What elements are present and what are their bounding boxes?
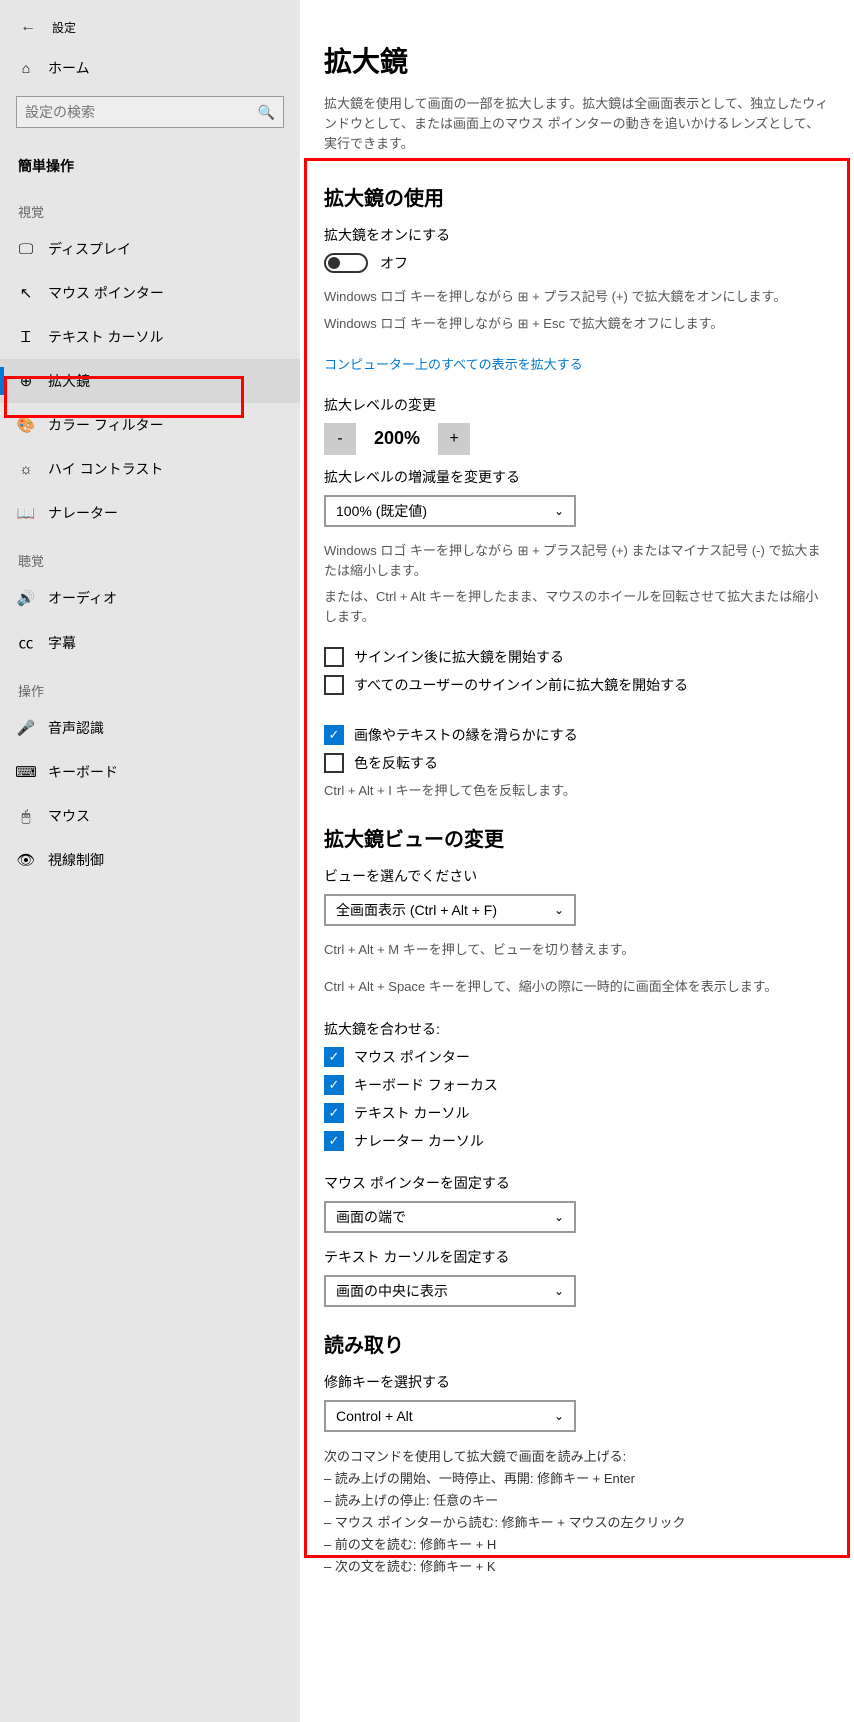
mouse-icon: 🖱 <box>18 808 34 825</box>
chevron-down-icon: ⌄ <box>554 1210 564 1224</box>
nav-text-cursor[interactable]: Ꮖテキスト カーソル <box>0 315 300 359</box>
search-input-container[interactable]: 🔍 <box>16 96 284 128</box>
cb-smooth-edges[interactable]: ✓画像やテキストの縁を滑らかにする <box>324 725 830 745</box>
follow-label: 拡大鏡を合わせる: <box>324 1019 830 1039</box>
mic-icon: 🎤 <box>18 719 34 737</box>
category-title: 簡単操作 <box>0 146 300 186</box>
zoom-plus-button[interactable]: + <box>438 423 470 455</box>
nav-mouse-pointer[interactable]: ↖マウス ポインター <box>0 271 300 315</box>
palette-icon: 🎨 <box>18 416 34 434</box>
nav-eye-control[interactable]: 👁視線制御 <box>0 838 300 882</box>
increment-select[interactable]: 100% (既定値) ⌄ <box>324 495 576 527</box>
checkbox-checked-icon: ✓ <box>324 1075 344 1095</box>
chevron-down-icon: ⌄ <box>554 504 564 518</box>
chevron-down-icon: ⌄ <box>554 1409 564 1423</box>
nav-color-filters[interactable]: 🎨カラー フィルター <box>0 403 300 447</box>
view-select[interactable]: 全画面表示 (Ctrl + Alt + F) ⌄ <box>324 894 576 926</box>
text-fix-select[interactable]: 画面の中央に表示 ⌄ <box>324 1275 576 1307</box>
pointer-icon: ↖ <box>18 284 34 302</box>
search-icon: 🔍 <box>258 104 275 121</box>
nav-magnifier[interactable]: ⊕拡大鏡 <box>0 359 300 403</box>
nav-narrator[interactable]: 📖ナレーター <box>0 491 300 535</box>
magnifier-toggle[interactable] <box>324 253 368 273</box>
zoom-stepper: - 200% + <box>324 423 830 455</box>
zoom-minus-button[interactable]: - <box>324 423 356 455</box>
home-label: ホーム <box>48 58 90 78</box>
commands-list: 次のコマンドを使用して拡大鏡で画面を読み上げる: – 読み上げの開始、一時停止、… <box>324 1446 830 1579</box>
toggle-state: オフ <box>380 253 408 273</box>
checkbox-checked-icon: ✓ <box>324 725 344 745</box>
toggle-label: 拡大鏡をオンにする <box>324 225 830 245</box>
audio-icon: 🔊 <box>18 589 34 607</box>
cb-follow-text[interactable]: ✓テキスト カーソル <box>324 1103 830 1123</box>
group-interaction-heading: 操作 <box>0 665 300 706</box>
chevron-down-icon: ⌄ <box>554 903 564 917</box>
view-hint1: Ctrl + Alt + M キーを押して、ビューを切り替えます。 <box>324 940 830 960</box>
view-select-label: ビューを選んでください <box>324 866 830 886</box>
hint-on: Windows ロゴ キーを押しながら ⊞ + プラス記号 (+) で拡大鏡をオ… <box>324 287 830 307</box>
view-hint2: Ctrl + Alt + Space キーを押して、縮小の際に一時的に画面全体を… <box>324 977 830 997</box>
cb-start-before-signin[interactable]: すべてのユーザーのサインイン前に拡大鏡を開始する <box>324 675 830 695</box>
home-nav[interactable]: ⌂ ホーム <box>0 46 300 90</box>
cursor-icon: Ꮖ <box>18 329 34 346</box>
narrator-icon: 📖 <box>18 504 34 522</box>
page-description: 拡大鏡を使用して画面の一部を拡大します。拡大鏡は全画面表示として、独立したウィン… <box>324 94 830 154</box>
nav-mouse[interactable]: 🖱マウス <box>0 794 300 838</box>
nav-display[interactable]: 🖵ディスプレイ <box>0 227 300 271</box>
checkbox-icon <box>324 753 344 773</box>
nav-keyboard[interactable]: ⌨キーボード <box>0 750 300 794</box>
modifier-label: 修飾キーを選択する <box>324 1372 830 1392</box>
caption-icon: ㏄ <box>18 632 34 653</box>
mouse-fix-select[interactable]: 画面の端で ⌄ <box>324 1201 576 1233</box>
main-content: 拡大鏡 拡大鏡を使用して画面の一部を拡大します。拡大鏡は全画面表示として、独立し… <box>300 0 854 1722</box>
cb-follow-narrator[interactable]: ✓ナレーター カーソル <box>324 1131 830 1151</box>
chevron-down-icon: ⌄ <box>554 1284 564 1298</box>
modifier-select[interactable]: Control + Alt ⌄ <box>324 1400 576 1432</box>
window-title: 設定 <box>52 19 76 36</box>
nav-high-contrast[interactable]: ☼ハイ コントラスト <box>0 447 300 491</box>
home-icon: ⌂ <box>18 60 34 76</box>
cb-follow-mouse[interactable]: ✓マウス ポインター <box>324 1047 830 1067</box>
nav-audio[interactable]: 🔊オーディオ <box>0 576 300 620</box>
mouse-fix-label: マウス ポインターを固定する <box>324 1173 830 1193</box>
text-fix-label: テキスト カーソルを固定する <box>324 1247 830 1267</box>
cb-invert-colors[interactable]: 色を反転する <box>324 753 830 773</box>
magnifier-icon: ⊕ <box>18 372 34 390</box>
use-heading: 拡大鏡の使用 <box>324 182 830 211</box>
read-heading: 読み取り <box>324 1329 830 1358</box>
checkbox-icon <box>324 647 344 667</box>
hint-zoom1: Windows ロゴ キーを押しながら ⊞ + プラス記号 (+) またはマイナ… <box>324 541 830 581</box>
sidebar: ← 設定 ⌂ ホーム 🔍 簡単操作 視覚 🖵ディスプレイ ↖マウス ポインター … <box>0 0 300 1722</box>
nav-speech[interactable]: 🎤音声認識 <box>0 706 300 750</box>
zoom-value: 200% <box>360 428 434 449</box>
keyboard-icon: ⌨ <box>18 763 34 781</box>
invert-hint: Ctrl + Alt + I キーを押して色を反転します。 <box>324 781 830 801</box>
cb-follow-keyboard[interactable]: ✓キーボード フォーカス <box>324 1075 830 1095</box>
enlarge-all-link[interactable]: コンピューター上のすべての表示を拡大する <box>324 354 583 373</box>
cb-start-after-signin[interactable]: サインイン後に拡大鏡を開始する <box>324 647 830 667</box>
view-heading: 拡大鏡ビューの変更 <box>324 823 830 852</box>
display-icon: 🖵 <box>18 241 34 258</box>
hint-off: Windows ロゴ キーを押しながら ⊞ + Esc で拡大鏡をオフにします。 <box>324 314 830 334</box>
increment-label: 拡大レベルの増減量を変更する <box>324 467 830 487</box>
checkbox-icon <box>324 675 344 695</box>
checkbox-checked-icon: ✓ <box>324 1103 344 1123</box>
group-visual-heading: 視覚 <box>0 186 300 227</box>
group-hearing-heading: 聴覚 <box>0 535 300 576</box>
eye-icon: 👁 <box>18 851 34 869</box>
hint-zoom2: または、Ctrl + Alt キーを押したまま、マウスのホイールを回転させて拡大… <box>324 587 830 627</box>
back-icon[interactable]: ← <box>12 14 44 40</box>
checkbox-checked-icon: ✓ <box>324 1131 344 1151</box>
nav-captions[interactable]: ㏄字幕 <box>0 620 300 665</box>
zoom-label: 拡大レベルの変更 <box>324 395 830 415</box>
contrast-icon: ☼ <box>18 461 34 478</box>
checkbox-checked-icon: ✓ <box>324 1047 344 1067</box>
page-title: 拡大鏡 <box>324 40 830 80</box>
search-input[interactable] <box>25 104 258 120</box>
